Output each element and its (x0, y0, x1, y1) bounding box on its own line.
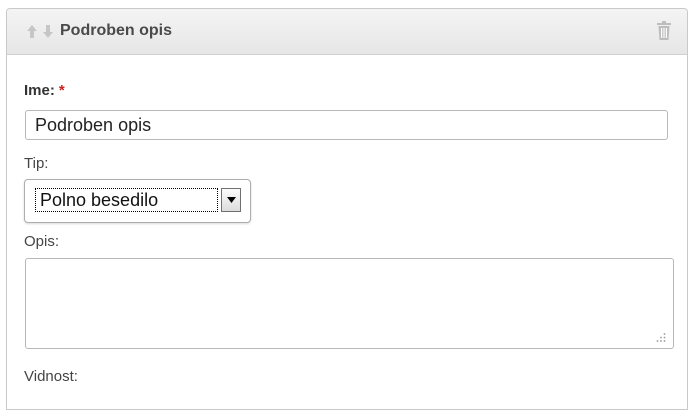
name-label: Ime: * (24, 82, 65, 99)
resize-handle-icon[interactable] (656, 332, 666, 342)
chevron-down-icon (227, 197, 236, 203)
visibility-label: Vidnost: (24, 368, 78, 385)
panel-header: Podroben opis (7, 9, 687, 55)
name-label-text: Ime: (24, 82, 55, 99)
panel-title: Podroben opis (60, 22, 172, 39)
field-editor-panel: Podroben opis Ime:* Tip: Polno besedilo … (6, 8, 688, 410)
name-input[interactable] (25, 110, 668, 140)
description-textarea[interactable] (25, 258, 674, 349)
type-select[interactable]: Polno besedilo (24, 179, 251, 223)
arrow-up-icon[interactable] (26, 24, 38, 39)
description-label: Opis: (24, 233, 60, 250)
type-select-value: Polno besedilo (35, 188, 218, 212)
arrow-down-icon[interactable] (42, 24, 54, 39)
trash-icon[interactable] (656, 21, 672, 41)
type-label: Tip: (24, 155, 49, 172)
required-marker: * (58, 82, 65, 99)
select-dropdown-button[interactable] (221, 188, 241, 212)
